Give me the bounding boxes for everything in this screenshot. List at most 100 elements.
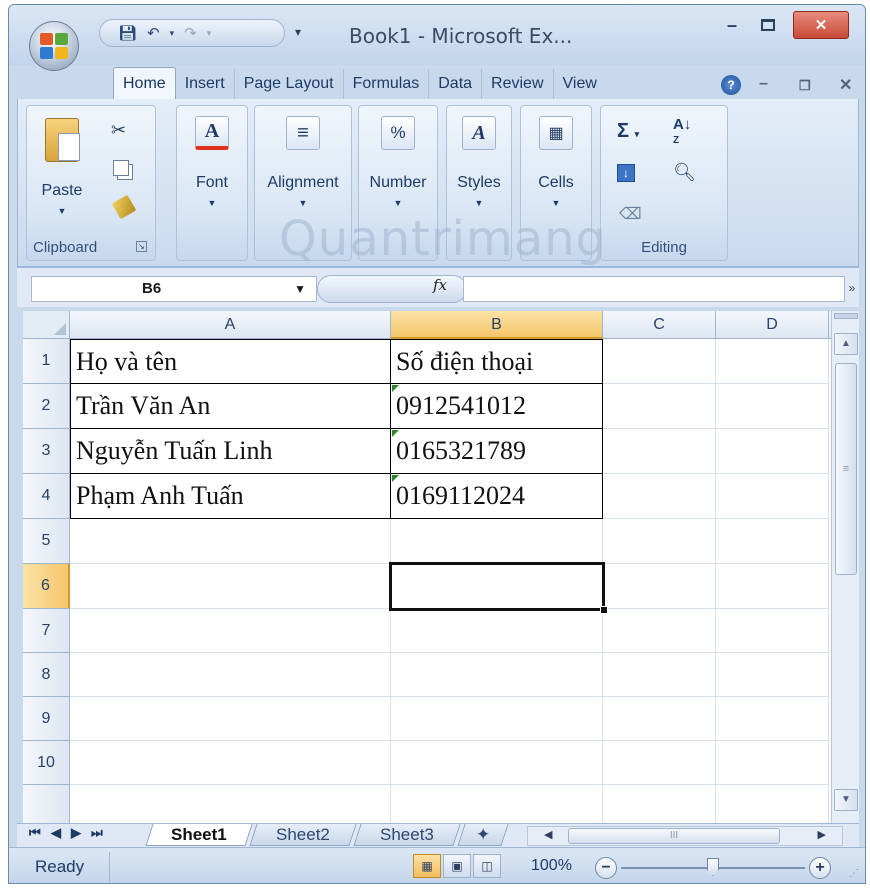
vertical-scrollbar[interactable]: ▲ ≡ ▼	[831, 311, 859, 823]
name-box-dropdown-icon[interactable]: ▼	[294, 277, 306, 301]
tab-page-layout[interactable]: Page Layout	[235, 69, 344, 99]
customize-qat-icon[interactable]: ▾	[295, 25, 301, 39]
next-sheet-icon[interactable]: ▶	[71, 825, 81, 841]
cell-b1[interactable]: Số điện thoại	[391, 339, 603, 384]
alignment-group[interactable]: ≡ Alignment ▼	[254, 105, 352, 261]
scroll-down-button[interactable]: ▼	[834, 789, 858, 811]
cell-a2[interactable]: Trần Văn An	[70, 384, 391, 429]
clear-icon[interactable]: ⌫	[619, 204, 642, 224]
workbook-close-icon[interactable]: ✕	[839, 75, 852, 95]
insert-function-icon[interactable]: fx	[433, 276, 447, 294]
row-header-4[interactable]: 4	[23, 474, 70, 519]
cell-b10[interactable]	[391, 741, 603, 785]
redo-dropdown-icon[interactable]: ▾	[207, 28, 212, 39]
paste-button[interactable]: Paste ▼	[37, 114, 87, 224]
format-painter-icon[interactable]	[111, 194, 137, 220]
tab-review[interactable]: Review	[482, 69, 554, 99]
cell-d3[interactable]	[716, 429, 829, 474]
expand-formula-bar-icon[interactable]: »	[845, 276, 859, 302]
tab-formulas[interactable]: Formulas	[344, 69, 430, 99]
cell-b9[interactable]	[391, 697, 603, 741]
cell-a8[interactable]	[70, 653, 391, 697]
cut-icon[interactable]: ✂	[111, 120, 126, 141]
cell-c8[interactable]	[603, 653, 716, 697]
cell-c2[interactable]	[603, 384, 716, 429]
office-button[interactable]	[29, 21, 79, 71]
zoom-in-button[interactable]: +	[809, 857, 831, 879]
font-group[interactable]: A Font ▼	[176, 105, 248, 261]
clipboard-launcher-icon[interactable]: ↘	[136, 241, 147, 252]
cell-a1[interactable]: Họ và tên	[70, 339, 391, 384]
column-header-b[interactable]: B	[391, 311, 603, 339]
find-select-icon[interactable]: 🔍︎	[673, 162, 696, 183]
cell-c1[interactable]	[603, 339, 716, 384]
cell-a10[interactable]	[70, 741, 391, 785]
sheet-tab-sheet2[interactable]: Sheet2	[249, 824, 357, 846]
scroll-right-icon[interactable]: ▶	[818, 828, 826, 841]
cells-group[interactable]: ▦ Cells ▼	[520, 105, 592, 261]
formula-input[interactable]	[463, 276, 845, 302]
cell-d9[interactable]	[716, 697, 829, 741]
horizontal-scroll-thumb[interactable]: III	[568, 828, 780, 844]
cell-a3[interactable]: Nguyễn Tuấn Linh	[70, 429, 391, 474]
cell-c6[interactable]	[603, 564, 716, 609]
cell-d7[interactable]	[716, 609, 829, 653]
cell-c11[interactable]	[603, 785, 716, 823]
page-layout-view-button[interactable]: ▣	[443, 854, 471, 878]
minimize-button[interactable]: –	[717, 11, 747, 39]
cell-d1[interactable]	[716, 339, 829, 384]
scroll-up-button[interactable]: ▲	[834, 333, 858, 355]
tab-data[interactable]: Data	[429, 69, 483, 99]
redo-icon[interactable]: ↷	[184, 24, 197, 42]
cell-a6[interactable]	[70, 564, 391, 609]
cell-a5[interactable]	[70, 519, 391, 564]
insert-sheet-button[interactable]: ✦	[457, 824, 509, 846]
cell-d5[interactable]	[716, 519, 829, 564]
maximize-button[interactable]	[753, 11, 783, 39]
cell-a7[interactable]	[70, 609, 391, 653]
row-header-6[interactable]: 6	[23, 564, 70, 609]
zoom-level[interactable]: 100%	[531, 857, 572, 875]
normal-view-button[interactable]: ▦	[413, 854, 441, 878]
copy-icon[interactable]	[113, 160, 129, 176]
cell-d10[interactable]	[716, 741, 829, 785]
autosum-icon[interactable]: Σ ▾	[617, 120, 639, 143]
cell-a4[interactable]: Phạm Anh Tuấn	[70, 474, 391, 519]
row-header-10[interactable]: 10	[23, 741, 70, 785]
fill-handle[interactable]	[600, 606, 608, 614]
row-header-11[interactable]	[23, 785, 70, 823]
row-header-3[interactable]: 3	[23, 429, 70, 474]
column-header-d[interactable]: D	[716, 311, 829, 339]
workbook-restore-icon[interactable]: ❐	[799, 78, 811, 94]
cell-b11[interactable]	[391, 785, 603, 823]
cell-b3[interactable]: 0165321789	[391, 429, 603, 474]
cell-b8[interactable]	[391, 653, 603, 697]
first-sheet-icon[interactable]: ⏮	[29, 825, 41, 841]
vertical-scroll-thumb[interactable]: ≡	[835, 363, 857, 575]
row-header-2[interactable]: 2	[23, 384, 70, 429]
cell-c7[interactable]	[603, 609, 716, 653]
number-group[interactable]: % Number ▼	[358, 105, 438, 261]
sort-filter-icon[interactable]: A↓ Z	[673, 117, 691, 148]
tab-home[interactable]: Home	[113, 67, 176, 99]
cell-b4[interactable]: 0169112024	[391, 474, 603, 519]
prev-sheet-icon[interactable]: ◀	[51, 825, 61, 841]
cell-d4[interactable]	[716, 474, 829, 519]
close-button[interactable]: ✕	[793, 11, 849, 39]
undo-dropdown-icon[interactable]: ▾	[170, 28, 175, 39]
tab-insert[interactable]: Insert	[176, 69, 235, 99]
cell-d11[interactable]	[716, 785, 829, 823]
cell-b5[interactable]	[391, 519, 603, 564]
row-header-1[interactable]: 1	[23, 339, 70, 384]
cell-d6[interactable]	[716, 564, 829, 609]
cell-d8[interactable]	[716, 653, 829, 697]
scroll-left-icon[interactable]: ◀	[544, 828, 552, 841]
select-all-button[interactable]	[23, 311, 70, 339]
save-icon[interactable]: 💾︎	[118, 24, 137, 42]
undo-icon[interactable]: ↶	[147, 24, 160, 42]
tab-view[interactable]: View	[554, 69, 606, 99]
column-header-c[interactable]: C	[603, 311, 716, 339]
horizontal-scrollbar[interactable]: ◀ III ▶	[527, 826, 843, 846]
cell-b2[interactable]: 0912541012	[391, 384, 603, 429]
row-header-9[interactable]: 9	[23, 697, 70, 741]
